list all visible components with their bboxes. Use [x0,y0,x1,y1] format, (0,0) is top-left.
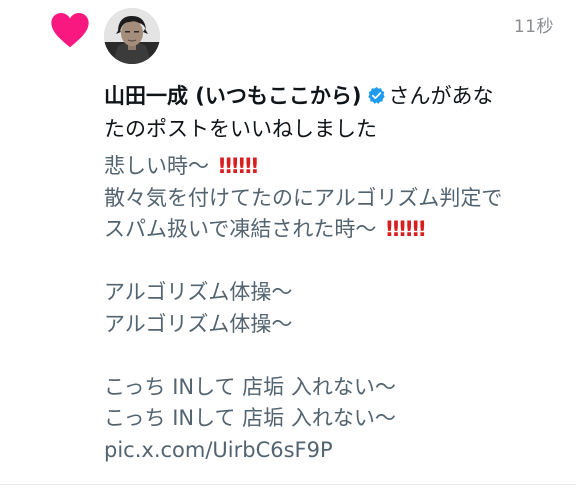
media-link[interactable]: pic.x.com/UirbC6sF9P [104,438,333,462]
tweet-text[interactable]: 悲しい時〜 ‼ ‼ ‼ 散々気を付けてたのにアルゴリズム判定で スパム扱いで凍結され… [104,151,568,466]
double-exclamation-emoji: ‼ [218,154,232,178]
tweet-line: スパム扱いで凍結された時〜 ‼ ‼ ‼ [104,214,568,246]
divider [0,484,576,485]
tweet-line-text: スパム扱いで凍結された時〜 [104,217,377,241]
avatar[interactable] [104,8,160,64]
action-text: さんがあな [388,84,494,108]
timestamp: 11秒 [513,17,554,37]
user-name-link[interactable]: 山田一成 (いつもここから) [104,84,362,108]
tweet-line-text: アルゴリズム体操〜 [104,280,293,304]
action-text-continued: たのポストをいいねしました [104,117,377,141]
tweet-line-text: こっち INして 店垢 入れない〜 [104,406,396,430]
tweet-line: こっち INして 店垢 入れない〜 [104,403,568,435]
double-exclamation-emoji: ‼ [412,217,425,241]
notification-headline: 山田一成 (いつもここから) さんがあな たのポストをいいねしました [104,80,564,146]
tweet-line-text: こっち INして 店垢 入れない〜 [104,374,396,399]
heart-icon [51,12,89,48]
double-exclamation-emoji: ‼ [231,154,245,178]
double-exclamation-emoji: ‼ [399,217,412,241]
verified-badge-icon [367,86,385,104]
tweet-line: pic.x.com/UirbC6sF9P [104,435,568,467]
tweet-line: こっち INして 店垢 入れない〜 [104,372,568,404]
tweet-line-text: 散々気を付けてたのにアルゴリズム判定で [104,185,503,210]
tweet-line: 悲しい時〜 ‼ ‼ ‼ [104,151,568,183]
tweet-line: アルゴリズム体操〜 [104,277,568,309]
double-exclamation-emoji: ‼ [386,217,399,241]
like-notification[interactable]: 11秒 山田一成 (いつもここから) さんがあな たのポストをいいねしました 悲し… [0,0,576,480]
tweet-line-text: 悲しい時〜 [104,154,209,178]
tweet-line: アルゴリズム体操〜 [104,309,568,341]
tweet-line-text: アルゴリズム体操〜 [104,311,293,336]
tweet-line: 散々気を付けてたのにアルゴリズム判定で [104,183,568,215]
avatar-image [104,8,160,64]
double-exclamation-emoji: ‼ [245,154,258,178]
